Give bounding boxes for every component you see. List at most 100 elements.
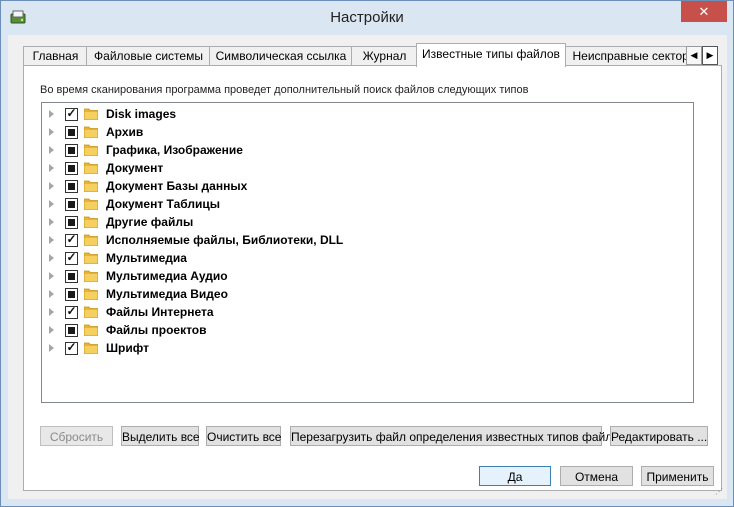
- folder-icon: [84, 162, 98, 174]
- tree-item-label: Мультимедиа: [106, 251, 187, 265]
- tree-item[interactable]: Документ Таблицы: [42, 196, 682, 214]
- folder-icon: [84, 126, 98, 138]
- expand-arrow-icon[interactable]: [49, 146, 54, 154]
- tree-item-label: Архив: [106, 125, 144, 139]
- tree-item[interactable]: ✓ Исполняемые файлы, Библиотеки, DLL: [42, 232, 682, 250]
- title-bar[interactable]: Настройки ✕: [1, 1, 733, 35]
- checkbox[interactable]: ✓: [65, 106, 78, 121]
- tab-file-systems[interactable]: Файловые системы: [86, 46, 211, 66]
- folder-icon: [84, 108, 98, 120]
- select-all-button[interactable]: Выделить все: [121, 426, 200, 446]
- tree-item-label: Исполняемые файлы, Библиотеки, DLL: [106, 233, 344, 247]
- checkbox[interactable]: [65, 126, 78, 139]
- edit-button[interactable]: Редактировать ...: [610, 426, 708, 446]
- folder-icon: [84, 180, 98, 192]
- tree-item[interactable]: Мультимедиа Видео: [42, 286, 682, 304]
- tree-item[interactable]: ✓ Disk images: [42, 106, 682, 124]
- expand-arrow-icon[interactable]: [49, 110, 54, 118]
- expand-arrow-icon[interactable]: [49, 200, 54, 208]
- tree-item-label: Файлы проектов: [106, 323, 207, 337]
- tree-item-label: Документ Базы данных: [106, 179, 248, 193]
- checkbox[interactable]: [65, 180, 78, 193]
- settings-window: Настройки ✕ Главная Файловые системы Сим…: [0, 0, 734, 507]
- close-button[interactable]: ✕: [681, 1, 727, 22]
- tree-item-label: Мультимедиа Аудио: [106, 269, 228, 283]
- checkbox[interactable]: [65, 144, 78, 157]
- apply-button[interactable]: Применить: [641, 466, 714, 486]
- clear-all-button[interactable]: Очистить все: [206, 426, 281, 446]
- expand-arrow-icon[interactable]: [49, 290, 54, 298]
- tree-item-label: Документ Таблицы: [106, 197, 220, 211]
- expand-arrow-icon[interactable]: [49, 254, 54, 262]
- checkbox[interactable]: [65, 270, 78, 283]
- checkbox[interactable]: ✓: [65, 304, 78, 319]
- expand-arrow-icon[interactable]: [49, 218, 54, 226]
- folder-icon: [84, 234, 98, 246]
- tab-symlink[interactable]: Символическая ссылка: [209, 46, 353, 66]
- tree-item-label: Мультимедиа Видео: [106, 287, 228, 301]
- tree-item[interactable]: Архив: [42, 124, 682, 142]
- checkbox[interactable]: [65, 288, 78, 301]
- checkbox[interactable]: ✓: [65, 232, 78, 247]
- indeterminate-icon: [68, 147, 75, 154]
- folder-icon: [84, 342, 98, 354]
- expand-arrow-icon[interactable]: [49, 344, 54, 352]
- tab-bad-sectors[interactable]: Неисправные сектора: [564, 46, 704, 66]
- tree-item-label: Документ: [106, 161, 164, 175]
- tree-item[interactable]: Документ Базы данных: [42, 178, 682, 196]
- tree-item[interactable]: ✓ Шрифт: [42, 340, 682, 358]
- dialog-body: Главная Файловые системы Символическая с…: [8, 35, 727, 499]
- checkbox[interactable]: ✓: [65, 250, 78, 265]
- expand-arrow-icon[interactable]: [49, 182, 54, 190]
- tree-item[interactable]: Документ: [42, 160, 682, 178]
- folder-icon: [84, 144, 98, 156]
- folder-icon: [84, 252, 98, 264]
- indeterminate-icon: [68, 183, 75, 190]
- checkbox[interactable]: [65, 324, 78, 337]
- tab-scroll-left-button[interactable]: ◀: [686, 46, 702, 65]
- checkmark-icon: ✓: [66, 340, 77, 354]
- expand-arrow-icon[interactable]: [49, 272, 54, 280]
- expand-arrow-icon[interactable]: [49, 236, 54, 244]
- indeterminate-icon: [68, 129, 75, 136]
- tab-panel: Во время сканирования программа проведет…: [23, 65, 722, 491]
- tree-item[interactable]: Другие файлы: [42, 214, 682, 232]
- indeterminate-icon: [68, 219, 75, 226]
- checkmark-icon: ✓: [66, 304, 77, 318]
- reload-definitions-button[interactable]: Перезагрузить файл определения известных…: [290, 426, 625, 446]
- tab-known-file-types[interactable]: Известные типы файлов: [416, 43, 566, 67]
- tree-item[interactable]: ✓ Файлы Интернета: [42, 304, 682, 322]
- indeterminate-icon: [68, 273, 75, 280]
- reset-button[interactable]: Сбросить: [40, 426, 113, 446]
- expand-arrow-icon[interactable]: [49, 128, 54, 136]
- tab-main[interactable]: Главная: [23, 46, 88, 66]
- file-types-tree[interactable]: ✓ Disk images Архив Графика, Изображение: [41, 102, 694, 403]
- tree-item[interactable]: Файлы проектов: [42, 322, 682, 340]
- cancel-button[interactable]: Отмена: [560, 466, 633, 486]
- expand-arrow-icon[interactable]: [49, 164, 54, 172]
- folder-icon: [84, 216, 98, 228]
- tree-item-label: Файлы Интернета: [106, 305, 214, 319]
- checkbox[interactable]: ✓: [65, 340, 78, 355]
- checkbox[interactable]: [65, 216, 78, 229]
- indeterminate-icon: [68, 327, 75, 334]
- ok-button[interactable]: Да: [479, 466, 551, 486]
- expand-arrow-icon[interactable]: [49, 308, 54, 316]
- indeterminate-icon: [68, 291, 75, 298]
- expand-arrow-icon[interactable]: [49, 326, 54, 334]
- tree-item-label: Другие файлы: [106, 215, 194, 229]
- tab-scroll-right-button[interactable]: ▶: [702, 46, 718, 65]
- tree-item-label: Графика, Изображение: [106, 143, 243, 157]
- tree-item[interactable]: Графика, Изображение: [42, 142, 682, 160]
- tree-item[interactable]: Мультимедиа Аудио: [42, 268, 682, 286]
- checkmark-icon: ✓: [66, 250, 77, 264]
- checkbox[interactable]: [65, 198, 78, 211]
- folder-icon: [84, 306, 98, 318]
- resize-grip-icon[interactable]: ⋰: [715, 487, 725, 497]
- tab-journal[interactable]: Журнал: [351, 46, 418, 66]
- checkbox[interactable]: [65, 162, 78, 175]
- tree-item[interactable]: ✓ Мультимедиа: [42, 250, 682, 268]
- checkmark-icon: ✓: [66, 106, 77, 120]
- indeterminate-icon: [68, 201, 75, 208]
- folder-icon: [84, 288, 98, 300]
